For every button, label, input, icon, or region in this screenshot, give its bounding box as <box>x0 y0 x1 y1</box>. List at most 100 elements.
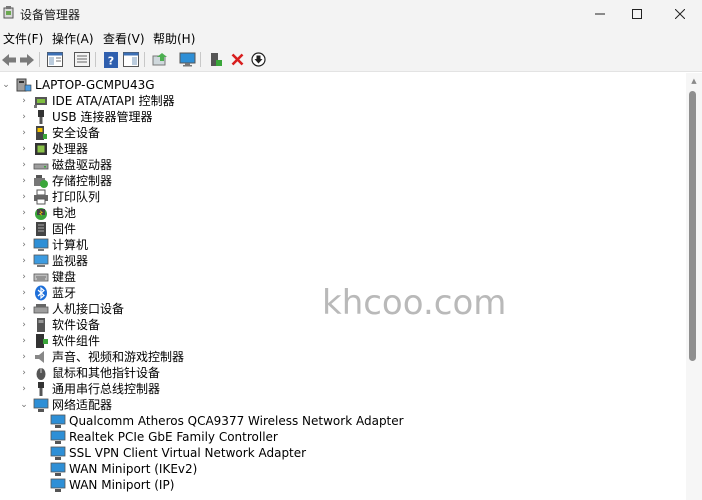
back-arrow-icon <box>2 53 16 66</box>
menu-file[interactable]: 文件(F) <box>3 30 43 47</box>
chevron-right-icon[interactable]: › <box>19 351 29 363</box>
chevron-right-icon[interactable]: › <box>19 271 29 283</box>
tree-child-label: Qualcomm Atheros QCA9377 Wireless Networ… <box>69 414 404 428</box>
tree-item[interactable]: › 磁盘驱动器 <box>0 157 686 173</box>
ide-controller-icon <box>34 97 47 108</box>
chevron-right-icon[interactable]: › <box>19 143 29 155</box>
tree-item-label: 处理器 <box>52 142 89 156</box>
toolbar-separator <box>95 52 96 67</box>
tree-item-label: 计算机 <box>52 238 89 252</box>
software-component-icon <box>36 334 48 348</box>
bluetooth-icon <box>35 285 47 301</box>
tree-item[interactable]: › 通用串行总线控制器 <box>0 381 686 397</box>
tree-child-item[interactable]: SSL VPN Client Virtual Network Adapter <box>0 445 686 461</box>
toolbar-separator <box>200 52 201 67</box>
window-list-icon <box>47 52 63 67</box>
tree-item[interactable]: › 安全设备 <box>0 125 686 141</box>
tree-item-label: 磁盘驱动器 <box>52 158 113 172</box>
tree-child-item[interactable]: Realtek PCIe GbE Family Controller <box>0 429 686 445</box>
chevron-right-icon[interactable]: › <box>19 191 29 203</box>
network-adapter-icon <box>50 462 66 476</box>
chevron-right-icon[interactable]: › <box>19 383 29 395</box>
vertical-scrollbar[interactable]: ▲ <box>686 73 702 500</box>
minimize-button[interactable] <box>580 0 620 27</box>
network-adapter-icon <box>50 414 66 428</box>
tree-item[interactable]: › 处理器 <box>0 141 686 157</box>
tree-child-label: WAN Miniport (IP) <box>69 478 175 492</box>
tree-item[interactable]: › IDE ATA/ATAPI 控制器 <box>0 93 686 109</box>
speaker-icon <box>35 351 44 363</box>
back-button[interactable] <box>0 51 18 68</box>
chevron-right-icon[interactable]: › <box>19 239 29 251</box>
scan-hardware-button[interactable] <box>178 51 196 68</box>
uninstall-device-button[interactable] <box>228 51 246 68</box>
title-bar[interactable]: 设备管理器 <box>0 0 702 27</box>
download-circle-icon <box>250 52 266 67</box>
menu-action[interactable]: 操作(A) <box>52 30 94 47</box>
chevron-right-icon[interactable]: › <box>19 207 29 219</box>
battery-icon <box>35 208 47 220</box>
tree-item-network-adapters[interactable]: ⌄ 网络适配器 <box>0 397 686 413</box>
scroll-up-icon[interactable]: ▲ <box>686 75 702 87</box>
chevron-right-icon[interactable]: › <box>19 255 29 267</box>
action-view-button[interactable] <box>122 51 140 68</box>
computer-icon <box>33 238 49 251</box>
chevron-right-icon[interactable]: › <box>19 303 29 315</box>
help-button[interactable]: ? <box>102 51 120 68</box>
security-device-icon <box>36 126 47 140</box>
chevron-right-icon[interactable]: › <box>19 175 29 187</box>
tree-child-item[interactable]: Qualcomm Atheros QCA9377 Wireless Networ… <box>0 413 686 429</box>
chevron-right-icon[interactable]: › <box>19 335 29 347</box>
chevron-right-icon[interactable]: › <box>19 127 29 139</box>
keyboard-icon <box>33 273 49 282</box>
update-driver-icon <box>152 53 167 66</box>
chevron-down-icon[interactable]: ⌄ <box>1 79 11 91</box>
chevron-right-icon[interactable]: › <box>19 223 29 235</box>
menu-view[interactable]: 查看(V) <box>103 30 145 47</box>
tree-item[interactable]: › 存储控制器 <box>0 173 686 189</box>
disable-device-button[interactable] <box>249 51 267 68</box>
console-tree-button[interactable] <box>73 51 91 68</box>
chevron-right-icon[interactable]: › <box>19 367 29 379</box>
forward-button[interactable] <box>18 51 36 68</box>
chevron-right-icon[interactable]: › <box>19 287 29 299</box>
maximize-button[interactable] <box>617 0 657 27</box>
menu-bar: 文件(F) 操作(A) 查看(V) 帮助(H) <box>0 27 702 47</box>
tree-item-label: 通用串行总线控制器 <box>52 382 161 396</box>
close-button[interactable] <box>660 0 700 27</box>
tree-item[interactable]: › 监视器 <box>0 253 686 269</box>
tree-item-label: 打印队列 <box>52 190 101 204</box>
mouse-icon <box>36 368 46 380</box>
tree-child-item[interactable]: WAN Miniport (IKEv2) <box>0 461 686 477</box>
chevron-down-icon[interactable]: ⌄ <box>19 399 29 411</box>
tree-root[interactable]: ⌄ LAPTOP-GCMPU43G <box>0 77 686 93</box>
tree-item[interactable]: › 软件组件 <box>0 333 686 349</box>
tree-item[interactable]: › 声音、视频和游戏控制器 <box>0 349 686 365</box>
update-driver-button[interactable] <box>151 51 169 68</box>
chevron-right-icon[interactable]: › <box>19 159 29 171</box>
tree-item[interactable]: › 电池 <box>0 205 686 221</box>
chevron-right-icon[interactable]: › <box>19 95 29 107</box>
tree-item[interactable]: › 固件 <box>0 221 686 237</box>
minimize-icon <box>595 13 605 14</box>
window-title: 设备管理器 <box>20 8 81 22</box>
scrollbar-thumb[interactable] <box>689 91 696 361</box>
tree-child-label: Realtek PCIe GbE Family Controller <box>69 430 278 444</box>
monitor-scan-icon <box>179 52 195 67</box>
chevron-right-icon[interactable]: › <box>19 111 29 123</box>
properties-view-button[interactable] <box>46 51 64 68</box>
menu-help[interactable]: 帮助(H) <box>153 30 195 47</box>
tree-item[interactable]: › 鼠标和其他指针设备 <box>0 365 686 381</box>
tree-item[interactable]: › USB 连接器管理器 <box>0 109 686 125</box>
add-driver-button[interactable] <box>207 51 225 68</box>
tree-item[interactable]: › 计算机 <box>0 237 686 253</box>
tree-child-item[interactable]: WAN Miniport (IP) <box>0 477 686 493</box>
chevron-right-icon[interactable]: › <box>19 319 29 331</box>
tree-item[interactable]: › 打印队列 <box>0 189 686 205</box>
tree-child-label: WAN Miniport (IKEv2) <box>69 462 198 476</box>
tree-item-label: 安全设备 <box>52 126 101 140</box>
disk-drive-icon <box>33 163 49 170</box>
watermark-text: khcoo.com <box>322 283 507 323</box>
red-x-icon <box>231 53 243 66</box>
tree-item-label: 鼠标和其他指针设备 <box>52 366 161 380</box>
